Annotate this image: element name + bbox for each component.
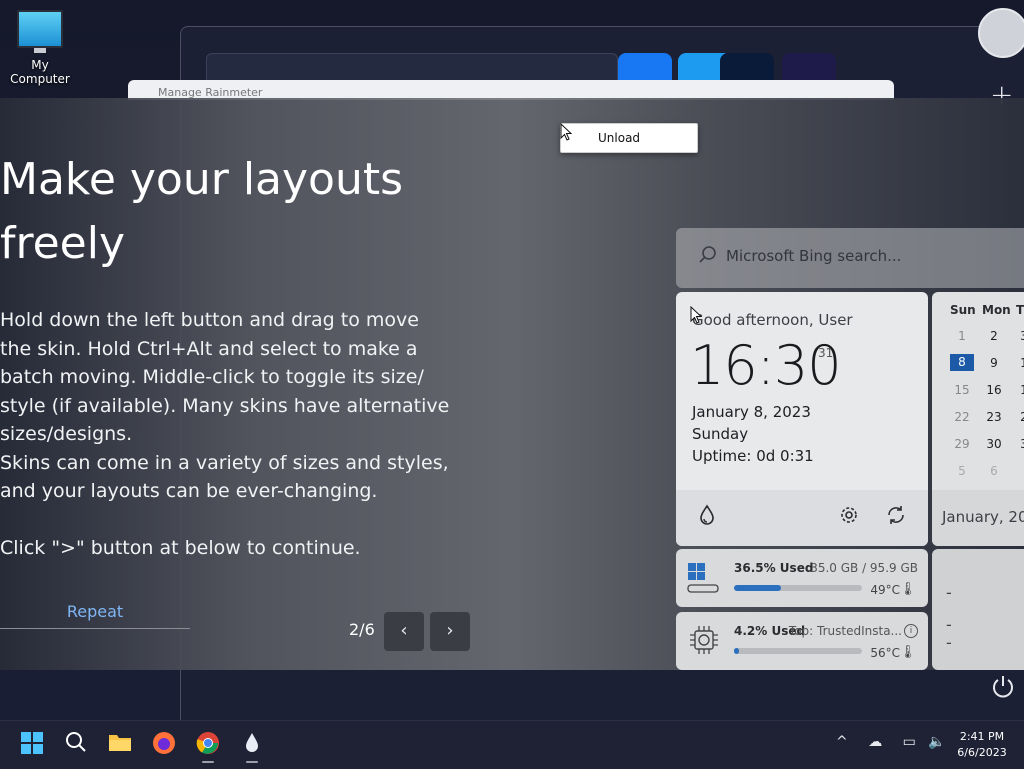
- context-menu-unload[interactable]: Unload: [560, 123, 698, 153]
- search-icon: [698, 245, 718, 270]
- clock-date: January 8, 2023: [692, 403, 811, 421]
- rainmeter-drop-icon[interactable]: [698, 504, 716, 531]
- repeat-button[interactable]: Repeat: [0, 596, 190, 629]
- manage-rainmeter-titlebar[interactable]: Manage Rainmeter: [128, 80, 894, 100]
- calendar-header-tue: T: [1016, 303, 1024, 317]
- tutorial-body: Hold down the left button and drag to mo…: [0, 306, 450, 562]
- search-button[interactable]: [62, 731, 90, 759]
- refresh-icon[interactable]: [885, 504, 907, 531]
- thermometer-icon: 🌡: [899, 645, 916, 660]
- calendar-day[interactable]: 9: [982, 356, 1006, 370]
- disk-usage-bar: [734, 585, 862, 591]
- volume-icon[interactable]: 🔈: [928, 734, 945, 750]
- cpu-top-process: Top: TrustedInsta...: [788, 624, 902, 638]
- calendar-day[interactable]: 2: [982, 329, 1006, 343]
- chrome-running-indicator: [202, 761, 214, 763]
- mouse-cursor-icon: [690, 305, 703, 328]
- network-icon[interactable]: ▭: [903, 734, 916, 750]
- taskbar-date: 6/6/2023: [957, 746, 1007, 759]
- power-icon[interactable]: [990, 674, 1016, 707]
- calendar-day[interactable]: 6: [982, 464, 1006, 478]
- windows-drive-icon: [686, 561, 720, 599]
- disk-used-percent: 36.5% Used: [734, 561, 814, 575]
- calendar-month-label: January, 202: [942, 508, 1024, 526]
- start-button[interactable]: [18, 731, 46, 759]
- clock-seconds: 31: [818, 346, 834, 360]
- calendar-day[interactable]: 29: [950, 437, 974, 451]
- user-avatar-icon[interactable]: [978, 8, 1024, 58]
- previous-button[interactable]: ‹: [384, 612, 424, 651]
- calendar-day[interactable]: 5: [950, 464, 974, 478]
- cpu-usage-fill: [734, 648, 740, 654]
- calendar-day[interactable]: 15: [950, 383, 974, 397]
- next-button[interactable]: ›: [430, 612, 470, 651]
- calendar-day[interactable]: 1: [950, 329, 974, 343]
- desktop-icon-label: My Computer: [10, 58, 70, 86]
- taskbar-clock[interactable]: 2:41 PM 6/6/2023: [950, 729, 1014, 761]
- gear-icon[interactable]: [838, 504, 860, 531]
- disk-usage-fill: [734, 585, 781, 591]
- disk-capacity: 35.0 GB / 95.9 GB: [810, 561, 918, 575]
- system-tray: ^ ☁ ▭ 🔈: [836, 734, 946, 750]
- side-value: -: [946, 615, 952, 634]
- calendar-day[interactable]: 2: [1012, 410, 1024, 424]
- clock-time: 16:30: [690, 334, 842, 397]
- disk-temperature: 49°C: [870, 583, 900, 597]
- clock-uptime: Uptime: 0d 0:31: [692, 447, 814, 465]
- rainmeter-running-indicator: [246, 761, 258, 763]
- taskbar: ^ ☁ ▭ 🔈 2:41 PM 6/6/2023: [0, 720, 1024, 769]
- calendar-day[interactable]: 23: [982, 410, 1006, 424]
- mouse-cursor-icon: [560, 122, 573, 145]
- cpu-chip-icon: [688, 624, 720, 660]
- side-widget[interactable]: - - -: [932, 549, 1024, 670]
- monitor-icon: [17, 10, 63, 48]
- monitor-stand: [34, 48, 46, 53]
- cpu-temperature: 56°C: [870, 646, 900, 660]
- chrome-icon[interactable]: [194, 731, 222, 759]
- calendar-day[interactable]: 30: [982, 437, 1006, 451]
- clock-day: Sunday: [692, 425, 749, 443]
- clock-widget-footer: [676, 490, 928, 546]
- side-value: -: [946, 633, 952, 652]
- file-explorer-icon[interactable]: [106, 731, 134, 759]
- thermometer-icon: 🌡: [899, 582, 916, 597]
- headline-line-2: freely: [0, 218, 126, 269]
- calendar-footer: January, 202: [932, 490, 1024, 546]
- cpu-usage-widget[interactable]: 4.2% Used Top: TrustedInsta... i 56°C 🌡: [676, 612, 928, 670]
- calendar-header-sun: Sun: [950, 303, 976, 317]
- tutorial-headline: Make your layouts freely: [0, 148, 560, 276]
- tutorial-paragraph-1: Hold down the left button and drag to mo…: [0, 309, 450, 445]
- calendar-widget[interactable]: Sun Mon T 1 2 3 8 9 1 15 16 1 22 23 2 29…: [932, 292, 1024, 546]
- calendar-header-mon: Mon: [982, 303, 1011, 317]
- calendar-day-selected[interactable]: 8: [950, 354, 974, 371]
- rainmeter-taskbar-icon[interactable]: [238, 731, 266, 759]
- calendar-day[interactable]: 22: [950, 410, 974, 424]
- firefox-icon[interactable]: [150, 731, 178, 759]
- chevron-right-icon: ›: [446, 620, 454, 641]
- calendar-day[interactable]: 1: [1012, 383, 1024, 397]
- page-indicator: 2/6: [349, 620, 375, 639]
- chevron-left-icon: ‹: [400, 620, 408, 641]
- bing-search-widget[interactable]: Microsoft Bing search...: [676, 228, 1024, 288]
- chevron-up-icon[interactable]: ^: [836, 734, 848, 750]
- calendar-day[interactable]: 3: [1012, 329, 1024, 343]
- disk-usage-widget[interactable]: 36.5% Used 35.0 GB / 95.9 GB 49°C 🌡: [676, 549, 928, 607]
- info-icon[interactable]: i: [904, 624, 918, 638]
- tutorial-paragraph-3: Click ">" button at below to continue.: [0, 536, 361, 559]
- side-value: -: [946, 583, 952, 602]
- calendar-day[interactable]: 3: [1012, 437, 1024, 451]
- calendar-day[interactable]: 16: [982, 383, 1006, 397]
- onedrive-off-icon[interactable]: ☁: [868, 734, 882, 750]
- greeting-text: Good afternoon, User: [692, 311, 853, 329]
- cpu-usage-bar: [734, 648, 862, 654]
- tutorial-paragraph-2: Skins can come in a variety of sizes and…: [0, 451, 449, 503]
- taskbar-time: 2:41 PM: [959, 730, 1005, 743]
- bing-search-input[interactable]: Microsoft Bing search...: [726, 247, 901, 265]
- headline-line-1: Make your layouts: [0, 154, 404, 205]
- calendar-day[interactable]: 1: [1012, 356, 1024, 370]
- my-computer-desktop-icon[interactable]: My Computer: [2, 8, 78, 86]
- clock-widget[interactable]: Good afternoon, User 16:30 31 January 8,…: [676, 292, 928, 546]
